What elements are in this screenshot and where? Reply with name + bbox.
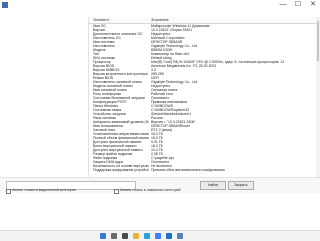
maximize-button[interactable]: ☐ <box>291 0 305 10</box>
tree-item[interactable] <box>3 35 87 39</box>
scrollbar-thumb[interactable] <box>317 21 319 61</box>
find-bar: Найти Закрыть Искать только в выделенной… <box>0 177 320 194</box>
browser-icon[interactable] <box>144 233 150 239</box>
task-view-icon[interactable] <box>122 233 128 239</box>
start-icon[interactable] <box>100 233 106 239</box>
file-explorer-icon[interactable] <box>133 233 139 239</box>
app-icon <box>2 2 8 8</box>
details-table: Элемент Значение Имя ОС Майкрософт Window… <box>89 17 320 177</box>
system-info-icon[interactable] <box>177 233 183 239</box>
selected-category-label: Искать только в выделенной категории <box>12 188 76 192</box>
system-info-window: — ☐ ✕ Элемент Значение Имя ОС Майкрософт … <box>0 0 320 230</box>
find-button[interactable]: Найти <box>200 181 226 190</box>
table-header: Элемент Значение <box>89 17 320 24</box>
selected-category-checkbox[interactable] <box>6 189 11 194</box>
cell-value: Причины сбоя автоматического шифрования <box>151 168 225 172</box>
minimize-button[interactable]: — <box>276 0 290 10</box>
category-names-label: Искать только в названиях категорий <box>120 188 181 192</box>
title-bar: — ☐ ✕ <box>0 0 320 11</box>
close-button[interactable]: ✕ <box>306 0 320 10</box>
category-tree <box>0 17 89 177</box>
table-row[interactable]: Поддержка шифрования устройств Причины сб… <box>89 168 320 172</box>
search-icon[interactable] <box>111 233 117 239</box>
column-header-value[interactable]: Значение <box>151 17 169 23</box>
close-find-button[interactable]: Закрыть <box>228 181 254 190</box>
vertical-scrollbar[interactable] <box>316 17 320 177</box>
store-icon[interactable] <box>155 233 161 239</box>
column-header-item[interactable]: Элемент <box>93 17 109 23</box>
category-names-checkbox[interactable] <box>114 189 119 194</box>
taskbar <box>0 230 320 241</box>
mail-icon[interactable] <box>166 233 172 239</box>
cell-item: Поддержка шифрования устройств <box>93 168 149 172</box>
